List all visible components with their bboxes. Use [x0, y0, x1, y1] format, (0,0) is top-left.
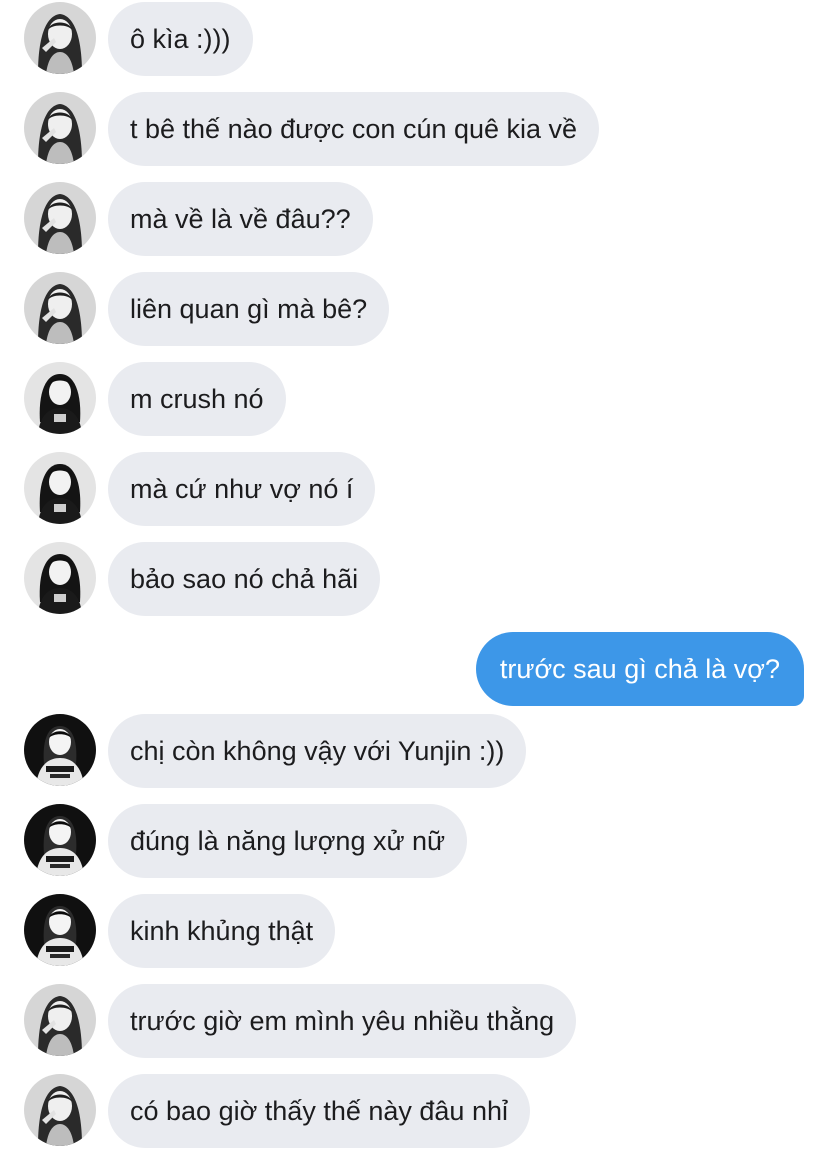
incoming-message-bubble[interactable]: bảo sao nó chả hãi: [108, 542, 381, 616]
contact-avatar-a-icon: [24, 1074, 96, 1146]
contact-avatar-b-icon: [24, 362, 96, 434]
message-row: đúng là năng lượng xử nữ: [0, 804, 828, 878]
avatar[interactable]: [24, 182, 96, 254]
avatar[interactable]: [24, 542, 96, 614]
avatar[interactable]: [24, 272, 96, 344]
message-row: trước giờ em mình yêu nhiều thằng: [0, 984, 828, 1058]
contact-avatar-a-icon: [24, 92, 96, 164]
avatar[interactable]: [24, 2, 96, 74]
contact-avatar-a-icon: [24, 182, 96, 254]
incoming-message-bubble[interactable]: có bao giờ thấy thế này đâu nhỉ: [108, 1074, 530, 1148]
avatar[interactable]: [24, 452, 96, 524]
incoming-message-bubble[interactable]: m crush nó: [108, 362, 286, 436]
contact-avatar-b-icon: [24, 542, 96, 614]
incoming-message-bubble[interactable]: ô kìa :))): [108, 2, 253, 76]
incoming-message-bubble[interactable]: liên quan gì mà bê?: [108, 272, 390, 346]
avatar[interactable]: [24, 894, 96, 966]
contact-avatar-a-icon: [24, 2, 96, 74]
message-row: có bao giờ thấy thế này đâu nhỉ: [0, 1074, 828, 1148]
incoming-message-bubble[interactable]: mà cứ như vợ nó í: [108, 452, 376, 526]
incoming-message-bubble[interactable]: trước giờ em mình yêu nhiều thằng: [108, 984, 577, 1058]
contact-avatar-c-icon: [24, 804, 96, 876]
message-row: trước sau gì chả là vợ?: [0, 632, 828, 706]
contact-avatar-a-icon: [24, 984, 96, 1056]
incoming-message-bubble[interactable]: chị còn không vậy với Yunjin :)): [108, 714, 527, 788]
contact-avatar-b-icon: [24, 452, 96, 524]
incoming-message-bubble[interactable]: mà về là về đâu??: [108, 182, 373, 256]
chat-thread: ô kìa :))) t bê thế nào được con cún quê…: [0, 0, 828, 1153]
incoming-message-bubble[interactable]: đúng là năng lượng xử nữ: [108, 804, 468, 878]
incoming-message-bubble[interactable]: kinh khủng thật: [108, 894, 336, 968]
message-row: m crush nó: [0, 362, 828, 436]
avatar[interactable]: [24, 804, 96, 876]
outgoing-message-bubble[interactable]: trước sau gì chả là vợ?: [475, 632, 804, 706]
avatar[interactable]: [24, 984, 96, 1056]
contact-avatar-a-icon: [24, 272, 96, 344]
contact-avatar-c-icon: [24, 894, 96, 966]
avatar[interactable]: [24, 714, 96, 786]
message-row: t bê thế nào được con cún quê kia về: [0, 92, 828, 166]
message-row: chị còn không vậy với Yunjin :)): [0, 714, 828, 788]
message-row: ô kìa :))): [0, 2, 828, 76]
message-row: kinh khủng thật: [0, 894, 828, 968]
message-row: bảo sao nó chả hãi: [0, 542, 828, 616]
avatar[interactable]: [24, 1074, 96, 1146]
contact-avatar-c-icon: [24, 714, 96, 786]
message-row: liên quan gì mà bê?: [0, 272, 828, 346]
avatar[interactable]: [24, 362, 96, 434]
message-row: mà về là về đâu??: [0, 182, 828, 256]
message-row: mà cứ như vợ nó í: [0, 452, 828, 526]
avatar[interactable]: [24, 92, 96, 164]
incoming-message-bubble[interactable]: t bê thế nào được con cún quê kia về: [108, 92, 600, 166]
